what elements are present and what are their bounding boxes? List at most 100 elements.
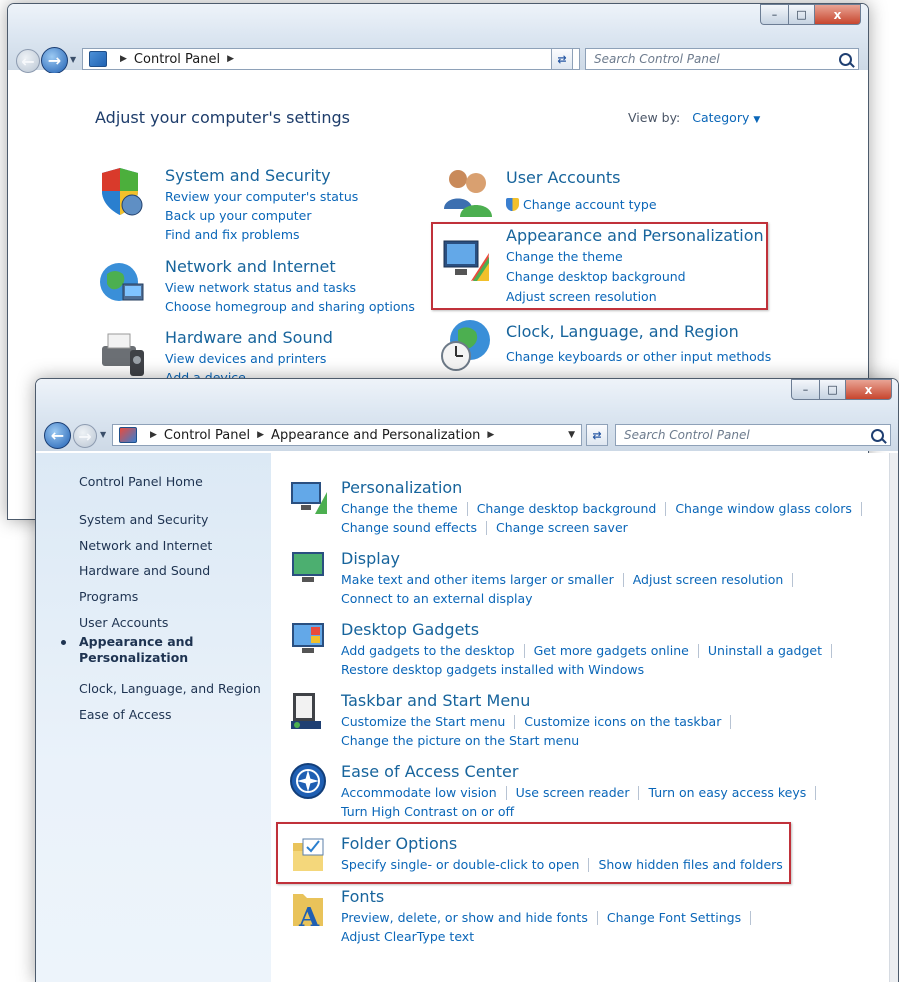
- refresh-button[interactable]: ⇄: [551, 48, 573, 70]
- category-title[interactable]: Hardware and Sound: [165, 327, 333, 349]
- category-title[interactable]: Network and Internet: [165, 256, 415, 278]
- task-link[interactable]: Adjust screen resolution: [633, 570, 784, 589]
- task-link[interactable]: Adjust ClearType text: [341, 927, 474, 946]
- scrollbar[interactable]: [889, 453, 898, 982]
- task-title[interactable]: Desktop Gadgets: [341, 619, 841, 641]
- separator: [730, 714, 732, 729]
- search-icon[interactable]: [839, 53, 852, 66]
- task-link[interactable]: Change desktop background: [477, 499, 657, 518]
- task-link[interactable]: Change the theme: [341, 499, 458, 518]
- breadcrumb-arrow-icon[interactable]: ▶: [487, 430, 494, 440]
- task-link[interactable]: Specify single- or double-click to open: [341, 855, 579, 874]
- breadcrumb-arrow-icon[interactable]: ▶: [227, 54, 234, 64]
- task-link[interactable]: Restore desktop gadgets installed with W…: [341, 660, 644, 679]
- separator: [831, 643, 833, 658]
- task-title[interactable]: Taskbar and Start Menu: [341, 690, 740, 712]
- task-title[interactable]: Display: [341, 548, 802, 570]
- task-link[interactable]: Change sound effects: [341, 518, 477, 537]
- history-dropdown-icon[interactable]: ▼: [100, 430, 106, 439]
- breadcrumb-control-panel[interactable]: Control Panel: [134, 52, 220, 67]
- refresh-button[interactable]: ⇄: [586, 424, 608, 446]
- breadcrumb-arrow-icon[interactable]: ▶: [257, 430, 264, 440]
- breadcrumb-control-panel[interactable]: Control Panel: [164, 428, 250, 443]
- task-title[interactable]: Ease of Access Center: [341, 761, 825, 783]
- forward-button[interactable]: →: [41, 47, 68, 74]
- sidebar-item-system-security[interactable]: System and Security: [79, 512, 208, 527]
- task-link[interactable]: Preview, delete, or show and hide fonts: [341, 908, 588, 927]
- task-title[interactable]: Fonts: [341, 886, 760, 908]
- sidebar-item-network-internet[interactable]: Network and Internet: [79, 538, 212, 553]
- sidebar-home-link[interactable]: Control Panel Home: [79, 474, 203, 489]
- category-link[interactable]: Change the theme: [506, 247, 764, 267]
- task-link[interactable]: Uninstall a gadget: [708, 641, 822, 660]
- task-link[interactable]: Make text and other items larger or smal…: [341, 570, 614, 589]
- search-icon[interactable]: [871, 429, 884, 442]
- minimize-button[interactable]: –: [760, 4, 789, 25]
- task-link[interactable]: Customize icons on the taskbar: [524, 712, 721, 731]
- sidebar-item-ease-of-access[interactable]: Ease of Access: [79, 707, 172, 722]
- category-link[interactable]: View devices and printers: [165, 349, 333, 368]
- category-title[interactable]: System and Security: [165, 165, 358, 187]
- task-display: Display Make text and other items larger…: [341, 548, 802, 608]
- category-title[interactable]: Clock, Language, and Region: [506, 321, 771, 343]
- maximize-button[interactable]: □: [820, 379, 846, 400]
- task-title[interactable]: Personalization: [341, 477, 871, 499]
- close-button[interactable]: x: [815, 4, 861, 25]
- close-button[interactable]: x: [846, 379, 892, 400]
- sidebar-item-hardware-sound[interactable]: Hardware and Sound: [79, 563, 210, 578]
- forward-button[interactable]: →: [73, 424, 97, 448]
- task-link[interactable]: Change the picture on the Start menu: [341, 731, 579, 750]
- task-link[interactable]: Accommodate low vision: [341, 783, 497, 802]
- category-link[interactable]: Choose homegroup and sharing options: [165, 297, 415, 316]
- sidebar-item-appearance[interactable]: Appearance and Personalization: [79, 634, 204, 666]
- view-by-dropdown[interactable]: Category: [692, 110, 749, 125]
- task-link[interactable]: Add gadgets to the desktop: [341, 641, 515, 660]
- back-button[interactable]: ←: [44, 422, 71, 449]
- task-link[interactable]: Use screen reader: [516, 783, 630, 802]
- category-link[interactable]: Review your computer's status: [165, 187, 358, 206]
- task-link[interactable]: Turn on easy access keys: [648, 783, 806, 802]
- history-dropdown-icon[interactable]: ▼: [70, 55, 76, 64]
- task-links-row: Connect to an external display: [341, 589, 802, 608]
- category-title[interactable]: Appearance and Personalization: [506, 225, 764, 247]
- task-link[interactable]: Customize the Start menu: [341, 712, 505, 731]
- task-link[interactable]: Show hidden files and folders: [598, 855, 782, 874]
- category-link[interactable]: Change keyboards or other input methods: [506, 347, 771, 366]
- window-controls: – □ x: [791, 379, 892, 400]
- address-dropdown-icon[interactable]: ▼: [568, 430, 575, 440]
- category-system-security: System and Security Review your computer…: [165, 165, 358, 244]
- category-link[interactable]: Change desktop background: [506, 267, 764, 287]
- chevron-down-icon[interactable]: ▼: [753, 115, 760, 125]
- task-title[interactable]: Folder Options: [341, 833, 792, 855]
- category-link[interactable]: View network status and tasks: [165, 278, 415, 297]
- category-title[interactable]: User Accounts: [506, 167, 657, 189]
- address-bar[interactable]: ▶ Control Panel ▶ Appearance and Persona…: [112, 424, 582, 446]
- task-taskbar-start-menu: Taskbar and Start Menu Customize the Sta…: [341, 690, 740, 750]
- task-link[interactable]: Turn High Contrast on or off: [341, 802, 514, 821]
- control-panel-icon: [89, 51, 107, 67]
- search-input[interactable]: Search Control Panel: [585, 48, 859, 70]
- task-link[interactable]: Change window glass colors: [675, 499, 852, 518]
- sidebar-item-clock-language[interactable]: Clock, Language, and Region: [79, 681, 261, 696]
- category-link-text[interactable]: Change account type: [523, 197, 657, 212]
- address-bar[interactable]: ▶ Control Panel ▶ ▼: [82, 48, 580, 70]
- personalization-icon: [289, 478, 329, 516]
- task-link[interactable]: Change screen saver: [496, 518, 628, 537]
- category-link[interactable]: Adjust screen resolution: [506, 287, 764, 307]
- maximize-button[interactable]: □: [789, 4, 815, 25]
- breadcrumb-appearance[interactable]: Appearance and Personalization: [271, 428, 480, 443]
- task-links-row: Make text and other items larger or smal…: [341, 570, 802, 589]
- task-link[interactable]: Get more gadgets online: [534, 641, 689, 660]
- sidebar-item-programs[interactable]: Programs: [79, 589, 138, 604]
- category-link[interactable]: Change account type: [506, 195, 657, 214]
- category-link[interactable]: Back up your computer: [165, 206, 358, 225]
- task-link[interactable]: Connect to an external display: [341, 589, 533, 608]
- back-button[interactable]: ←: [16, 49, 40, 73]
- breadcrumb-arrow-icon[interactable]: ▶: [150, 430, 157, 440]
- task-link[interactable]: Change Font Settings: [607, 908, 741, 927]
- sidebar-item-user-accounts[interactable]: User Accounts: [79, 615, 168, 630]
- separator: [505, 785, 507, 800]
- search-input[interactable]: Search Control Panel: [615, 424, 891, 446]
- minimize-button[interactable]: –: [791, 379, 820, 400]
- category-link[interactable]: Find and fix problems: [165, 225, 358, 244]
